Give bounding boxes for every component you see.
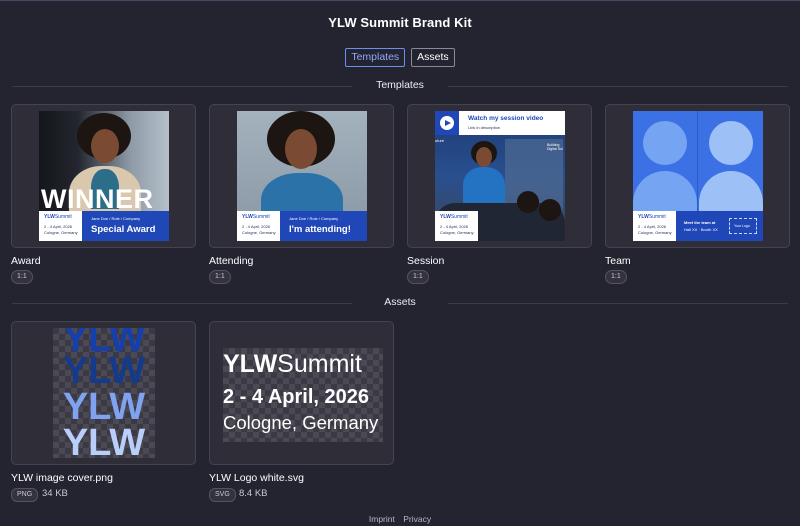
privacy-link[interactable]: Privacy [403, 514, 431, 524]
logo-thumbnail: YLWSummit 2 - 4 April, 2026 Cologne, Ger… [223, 348, 383, 442]
divider [448, 303, 788, 304]
asset-name-cover[interactable]: YLW image cover.png [11, 472, 113, 484]
logo-box: YLWSummit 2 - 4 April, 2026 Cologne, Ger… [435, 211, 478, 241]
role-line: Jane Doe / Role / Company [289, 216, 339, 221]
file-size: 8.4 KB [239, 488, 268, 499]
template-name-award[interactable]: Award [11, 255, 41, 267]
logo-box: YLWSummit 2 - 4 April, 2026 Cologne, Ger… [237, 211, 280, 241]
logo-city: Cologne, Germany [223, 412, 379, 433]
tab-assets[interactable]: Assets [411, 48, 455, 67]
template-card-team[interactable]: YLWSummit 2 - 4 April, 2026 Cologne, Ger… [605, 104, 790, 248]
logo-wordmark: YLWSummit [223, 350, 362, 378]
video-title: Watch my session video [468, 115, 544, 122]
ratio-badge: 1:1 [407, 270, 429, 284]
ratio-badge: 1:1 [605, 270, 627, 284]
file-type-badge: SVG [209, 488, 236, 502]
your-logo-box: Your Logo [729, 218, 757, 234]
award-headline: Special Award [91, 224, 156, 235]
attending-thumbnail: YLWSummit 2 - 4 April, 2026 Cologne, Ger… [237, 111, 367, 241]
play-icon [435, 111, 459, 135]
file-size: 34 KB [42, 488, 68, 499]
avatar [643, 121, 687, 165]
ratio-badge: 1:1 [209, 270, 231, 284]
divider [448, 86, 788, 87]
meet-line: Meet the team at [684, 220, 716, 225]
file-type-badge: PNG [11, 488, 39, 502]
templates-section-title: Templates [376, 79, 424, 91]
template-card-attending[interactable]: YLWSummit 2 - 4 April, 2026 Cologne, Ger… [209, 104, 394, 248]
stage-side-text: Building Digital Sol [547, 143, 563, 151]
attending-footer-strip: YLWSummit 2 - 4 April, 2026 Cologne, Ger… [237, 211, 367, 241]
logo-dates: 2 - 4 April, 2026 [223, 386, 369, 408]
template-name-team[interactable]: Team [605, 255, 631, 267]
asset-name-logo[interactable]: YLW Logo white.svg [209, 472, 304, 484]
template-name-session[interactable]: Session [407, 255, 444, 267]
stage-text: uture [435, 138, 445, 143]
video-banner: Watch my session video Link in descripti… [435, 111, 565, 135]
ratio-badge: 1:1 [11, 270, 33, 284]
avatar [709, 121, 753, 165]
page-title: YLW Summit Brand Kit [328, 15, 472, 30]
asset-card-logo[interactable]: YLWSummit 2 - 4 April, 2026 Cologne, Ger… [209, 321, 394, 465]
award-footer-strip: YLWSummit 2 - 4 April, 2026 Cologne, Ger… [39, 211, 169, 241]
logo-box: YLWSummit 2 - 4 April, 2026 Cologne, Ger… [633, 211, 676, 241]
tab-bar: Templates Assets [0, 48, 800, 67]
team-thumbnail: YLWSummit 2 - 4 April, 2026 Cologne, Ger… [633, 111, 763, 241]
assets-section-title: Assets [384, 296, 416, 308]
template-card-session[interactable]: Watch my session video Link in descripti… [407, 104, 592, 248]
templates-section-header: Templates [12, 79, 788, 92]
session-thumbnail: Watch my session video Link in descripti… [435, 111, 565, 241]
hall-line: Hall XX · Booth XX [684, 227, 718, 232]
attending-headline: I'm attending! [289, 224, 351, 235]
video-subtitle: Link in description [468, 125, 501, 130]
logo-box: YLWSummit 2 - 4 April, 2026 Cologne, Ger… [39, 211, 82, 241]
award-thumbnail: WINNER YLWSummit 2 - 4 April, 2026 Colog… [39, 111, 169, 241]
imprint-link[interactable]: Imprint [369, 514, 395, 524]
template-name-attending[interactable]: Attending [209, 255, 253, 267]
template-card-award[interactable]: WINNER YLWSummit 2 - 4 April, 2026 Colog… [11, 104, 196, 248]
team-footer-strip: YLWSummit 2 - 4 April, 2026 Cologne, Ger… [633, 211, 763, 241]
assets-section-header: Assets [12, 296, 788, 309]
footer: Imprint Privacy [0, 514, 800, 524]
cover-thumbnail: YLW YLW YLW YLW [53, 328, 155, 458]
asset-card-cover[interactable]: YLW YLW YLW YLW [11, 321, 196, 465]
tab-templates[interactable]: Templates [345, 48, 406, 67]
role-line: Jane Doe / Role / Company [91, 216, 141, 221]
